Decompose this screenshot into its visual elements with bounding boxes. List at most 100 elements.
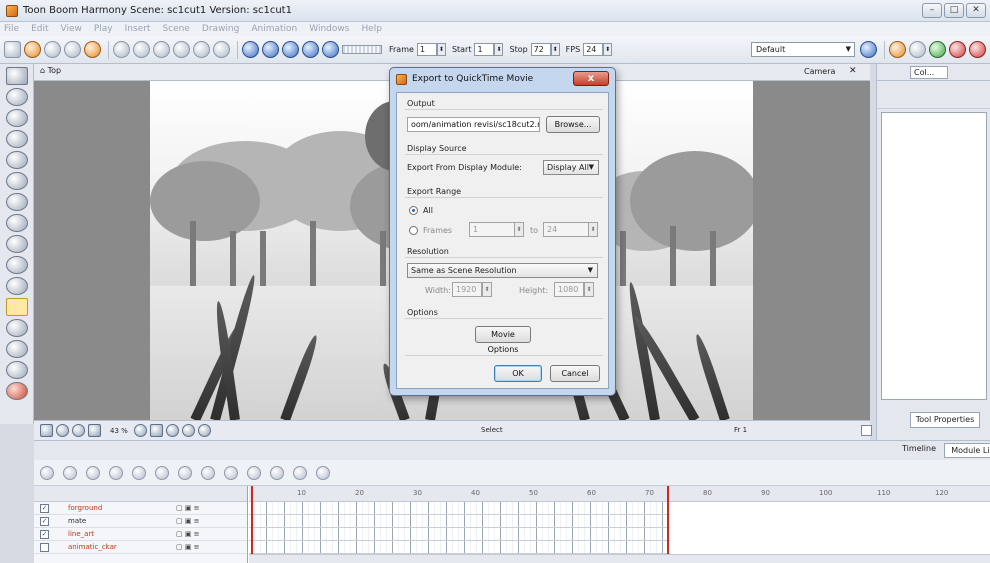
display-module-select[interactable]: Display All ▼	[543, 160, 599, 175]
transform-tool-icon[interactable]	[6, 298, 28, 316]
layer-flags[interactable]: ▢ ▣ ≡	[176, 504, 200, 512]
brush-tool-icon[interactable]	[6, 109, 28, 127]
layer-visibility-checkbox[interactable]	[40, 543, 49, 552]
layer-name[interactable]: animatic_ckar	[68, 543, 117, 551]
add-keyframe-icon[interactable]	[86, 465, 100, 480]
morph-tool-icon[interactable]	[6, 256, 28, 274]
text-tool-icon[interactable]	[6, 151, 28, 169]
height-field[interactable]: 1080	[554, 282, 584, 297]
fit-view-icon[interactable]	[149, 424, 163, 437]
timeline-tab[interactable]: Timeline	[902, 444, 936, 453]
colour-card-icon[interactable]	[316, 465, 330, 480]
reposition-tool-icon[interactable]	[6, 382, 28, 400]
workspace-select[interactable]: Default ▼	[751, 42, 855, 57]
tool-properties-tab[interactable]: Tool Properties	[910, 412, 980, 428]
module-library-tab[interactable]: Module Library	[944, 443, 990, 458]
drawing-icon[interactable]	[201, 465, 215, 480]
sound-icon[interactable]	[302, 41, 319, 58]
onion-skin-icon[interactable]	[56, 424, 69, 437]
playhead[interactable]	[251, 486, 253, 554]
menu-animation[interactable]: Animation	[251, 24, 297, 34]
menu-view[interactable]: View	[61, 24, 82, 34]
effect-icon[interactable]	[247, 465, 261, 480]
motion-keyframe-icon[interactable]	[132, 465, 146, 480]
camera-icon[interactable]	[270, 465, 284, 480]
layer-flags[interactable]: ▢ ▣ ≡	[176, 517, 200, 525]
copy-icon[interactable]	[173, 41, 190, 58]
menu-help[interactable]: Help	[361, 24, 382, 34]
paint-icon[interactable]	[929, 41, 946, 58]
layer-row[interactable]: ✓ mate ▢ ▣ ≡	[34, 515, 247, 528]
layer-row[interactable]: ✓ line_art ▢ ▣ ≡	[34, 528, 247, 541]
close-view-icon[interactable]: ✕	[849, 66, 857, 76]
menu-windows[interactable]: Windows	[309, 24, 349, 34]
zoom-level[interactable]: 43 %	[110, 427, 128, 435]
frame-slider[interactable]	[342, 45, 382, 54]
layer-visibility-checkbox[interactable]: ✓	[40, 530, 49, 539]
light-table-icon[interactable]	[72, 424, 85, 437]
layer-name[interactable]: line_art	[68, 530, 94, 538]
peg-icon[interactable]	[178, 465, 192, 480]
dialog-titlebar[interactable]: Export to QuickTime Movie x	[390, 68, 615, 90]
contour-editor-icon[interactable]	[6, 88, 28, 106]
width-spinner[interactable]: ⬍	[482, 282, 492, 297]
frame-field[interactable]: 1	[416, 43, 437, 56]
layer-flags[interactable]: ▢ ▣ ≡	[176, 543, 200, 551]
workspace-icon[interactable]	[860, 41, 877, 58]
menu-edit[interactable]: Edit	[31, 24, 48, 34]
layer-visibility-checkbox[interactable]: ✓	[40, 517, 49, 526]
height-spinner[interactable]: ⬍	[584, 282, 594, 297]
render-preview-icon[interactable]	[165, 424, 179, 437]
colour-list[interactable]	[881, 112, 987, 400]
ink-icon[interactable]	[949, 41, 966, 58]
menu-file[interactable]: File	[4, 24, 19, 34]
start-spinner[interactable]: ⬍	[494, 43, 504, 56]
view-tab-top[interactable]: ⌂ Top	[40, 66, 61, 75]
output-path-field[interactable]: oom/animation revisi/sc18cut2.mov	[407, 117, 540, 132]
view-checkbox[interactable]	[861, 425, 872, 436]
delete-icon[interactable]	[213, 41, 230, 58]
layer-visibility-checkbox[interactable]: ✓	[40, 504, 49, 513]
menu-play[interactable]: Play	[94, 24, 113, 34]
layer-row[interactable]: ✓ forground ▢ ▣ ≡	[34, 502, 247, 515]
fps-field[interactable]: 24	[583, 43, 604, 56]
layer-name[interactable]: mate	[68, 517, 86, 525]
range-all-radio[interactable]	[409, 206, 418, 215]
layer-flags[interactable]: ▢ ▣ ≡	[176, 530, 200, 538]
pencil-tool-icon[interactable]	[6, 130, 28, 148]
timeline-scrollbar[interactable]	[249, 554, 990, 563]
close-window-button[interactable]: ✕	[966, 3, 986, 18]
menu-drawing[interactable]: Drawing	[202, 24, 239, 34]
eraser-tool-icon[interactable]	[6, 172, 28, 190]
layer-name[interactable]: forground	[68, 504, 102, 512]
zoom-out-icon[interactable]	[133, 424, 147, 437]
stop-field[interactable]: 72	[530, 43, 551, 56]
delete-layer-icon[interactable]	[63, 465, 77, 480]
undo-icon[interactable]	[113, 41, 130, 58]
menu-insert[interactable]: Insert	[125, 24, 151, 34]
browse-button[interactable]: Browse...	[546, 116, 600, 133]
hand-tool-icon[interactable]	[6, 277, 28, 295]
play-selection-icon[interactable]	[262, 41, 279, 58]
start-field[interactable]: 1	[474, 43, 495, 56]
range-to-field[interactable]: 24	[543, 222, 589, 237]
brush-icon[interactable]	[153, 41, 170, 58]
save-icon[interactable]	[44, 41, 61, 58]
grid-icon[interactable]	[88, 424, 101, 437]
ok-button[interactable]: OK	[494, 365, 542, 382]
movie-options-button[interactable]: Movie Options	[475, 326, 531, 354]
resolution-preset-select[interactable]: Same as Scene Resolution ▼	[407, 263, 598, 278]
play-icon[interactable]	[242, 41, 259, 58]
save-all-icon[interactable]	[64, 41, 81, 58]
dialog-close-button[interactable]: x	[573, 71, 609, 86]
scene-end-marker[interactable]	[667, 486, 669, 554]
colour-icon[interactable]	[969, 41, 986, 58]
redo-icon[interactable]	[133, 41, 150, 58]
range-from-spinner[interactable]: ⬍	[514, 222, 524, 237]
dropper-tool-icon[interactable]	[6, 235, 28, 253]
paste-icon[interactable]	[193, 41, 210, 58]
range-frames-radio[interactable]	[409, 226, 418, 235]
stop-motion-icon[interactable]	[155, 465, 169, 480]
new-scene-icon[interactable]	[4, 41, 21, 58]
cancel-button[interactable]: Cancel	[550, 365, 600, 382]
